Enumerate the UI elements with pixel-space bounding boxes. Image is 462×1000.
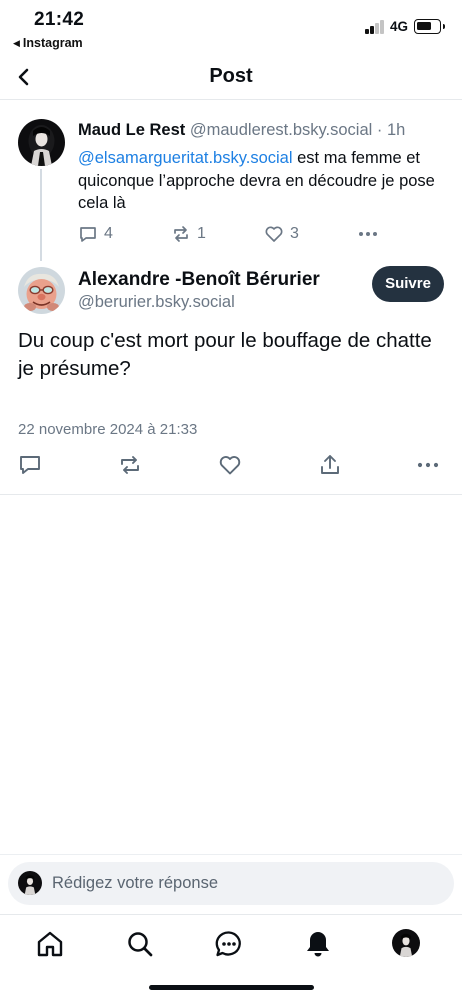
battery-icon [414, 19, 445, 34]
signal-icon [365, 20, 387, 34]
page-title: Post [209, 65, 253, 87]
chat-icon [215, 931, 241, 957]
main-repost-button[interactable] [118, 453, 142, 477]
reply-placeholder: Rédigez votre réponse [52, 874, 219, 892]
parent-author-avatar[interactable] [18, 119, 65, 166]
back-app-label: Instagram [22, 36, 83, 50]
reply-count: 4 [104, 225, 113, 242]
bell-icon [307, 932, 329, 957]
main-post: Alexandre -Benoît Bérurier @berurier.bsk… [0, 259, 462, 495]
parent-post-time: 1h [387, 121, 406, 139]
parent-post-text: @elsamargueritat.bsky.social est ma femm… [78, 147, 438, 215]
reply-icon [20, 456, 40, 474]
tab-home[interactable] [35, 929, 65, 959]
tab-chat[interactable] [214, 929, 244, 959]
search-icon [128, 932, 153, 957]
mention-link[interactable]: @elsamargueritat.bsky.social [78, 149, 293, 167]
main-more-options-button[interactable] [416, 453, 440, 477]
main-post-actions [18, 453, 440, 477]
reply-icon [80, 227, 96, 242]
tab-profile[interactable] [392, 929, 422, 959]
nav-header: Post [0, 56, 462, 100]
reply-input[interactable]: Rédigez votre réponse [8, 862, 454, 905]
bottom-tab-bar [0, 914, 462, 976]
tab-search[interactable] [125, 929, 155, 959]
back-to-app-link[interactable]: ◀ Instagram [13, 36, 83, 50]
network-label: 4G [390, 19, 409, 34]
parent-author-name[interactable]: Maud Le Rest [78, 121, 185, 139]
more-dots-icon [359, 232, 377, 236]
heart-icon [219, 456, 241, 475]
more-dots-icon [417, 462, 439, 468]
parent-post-meta: Maud Le Rest @maudlerest.bsky.social · 1… [78, 121, 405, 140]
thread-line [40, 169, 42, 261]
parent-post[interactable]: Maud Le Rest @maudlerest.bsky.social · 1… [0, 101, 462, 261]
repost-count: 1 [197, 225, 206, 242]
parent-post-actions: 4 1 3 [78, 223, 388, 245]
repost-icon [174, 226, 188, 242]
status-time: 21:42 [34, 9, 85, 30]
like-count: 3 [290, 225, 299, 242]
main-author-handle[interactable]: @berurier.bsky.social [78, 293, 235, 312]
repost-button[interactable]: 1 [171, 223, 206, 245]
like-button[interactable]: 3 [264, 223, 299, 245]
home-indicator [149, 985, 314, 990]
heart-icon [265, 226, 283, 242]
tab-notifications[interactable] [303, 929, 333, 959]
parent-author-handle[interactable]: @maudlerest.bsky.social [190, 121, 372, 139]
main-post-text: Du coup c'est mort pour le bouffage de c… [18, 329, 432, 380]
status-bar: 21:42 ◀ Instagram 4G [0, 0, 462, 56]
main-like-button[interactable] [218, 453, 242, 477]
reply-button[interactable]: 4 [78, 223, 113, 245]
main-author-avatar[interactable] [18, 267, 65, 314]
meta-separator: · [376, 121, 383, 139]
share-icon [321, 455, 339, 474]
reply-divider [0, 854, 462, 855]
home-icon [37, 931, 63, 957]
main-share-button[interactable] [318, 453, 342, 477]
repost-icon [121, 456, 139, 474]
profile-avatar [392, 929, 420, 957]
more-options-button[interactable] [357, 223, 379, 245]
follow-button[interactable]: Suivre [372, 266, 444, 302]
post-timestamp: 22 novembre 2024 à 21:33 [18, 421, 198, 438]
main-reply-button[interactable] [18, 453, 42, 477]
current-user-avatar [18, 871, 42, 895]
main-author-name[interactable]: Alexandre -Benoît Bérurier [78, 269, 320, 291]
back-triangle-icon: ◀ [13, 38, 20, 48]
